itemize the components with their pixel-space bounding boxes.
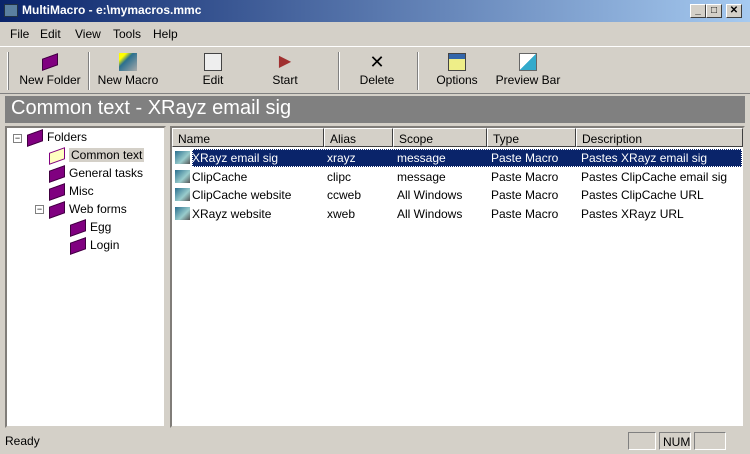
menu-help[interactable]: Help — [153, 27, 178, 41]
cell-scope: All Windows — [397, 188, 463, 202]
cell-type: Paste Macro — [491, 151, 559, 165]
cell-alias: clipc — [327, 169, 352, 184]
delete-icon: ✕ — [369, 52, 385, 72]
folder-icon — [49, 164, 65, 183]
edit-icon — [204, 53, 222, 71]
column-header-scope[interactable]: Scope — [393, 128, 487, 147]
macro-icon — [175, 188, 190, 201]
edit-button[interactable]: Edit — [190, 51, 236, 93]
table-row[interactable]: XRayz email sig xrayz message Paste Macro Pa… — [172, 149, 743, 167]
cell-description: Pastes XRayz email sig — [581, 151, 708, 165]
play-icon: ▶ — [278, 53, 292, 70]
cell-description: Pastes ClipCache email sig — [581, 169, 728, 184]
options-icon — [448, 53, 466, 71]
delete-button[interactable]: ✕ Delete — [352, 51, 402, 93]
cell-alias: xrayz — [327, 151, 356, 165]
toolbar: New Folder New Macro ▼ Edit ▶ Start ▼ ✕ … — [0, 46, 750, 122]
cell-type: Paste Macro — [491, 169, 559, 184]
column-header-alias[interactable]: Alias — [324, 128, 393, 147]
cell-description: Pastes ClipCache URL — [581, 188, 704, 202]
table-row[interactable]: ClipCache website ccweb All Windows Paste M… — [172, 186, 743, 204]
folder-icon — [49, 182, 65, 201]
options-button[interactable]: Options — [430, 51, 484, 93]
folder-icon — [27, 128, 43, 147]
cell-alias: ccweb — [327, 188, 362, 202]
column-header-type[interactable]: Type — [487, 128, 576, 147]
preview-icon — [519, 53, 537, 71]
open-folder-icon — [49, 146, 65, 165]
cell-type: Paste Macro — [491, 206, 559, 221]
title-bar: MultiMacro - e:\mymacros.mmc _ □ ✕ — [0, 0, 750, 22]
menu-bar: File Edit View Tools Help — [0, 24, 750, 44]
status-panel-num: NUM — [659, 432, 691, 450]
menu-edit[interactable]: Edit — [40, 27, 61, 41]
new-macro-button[interactable]: New Macro — [95, 51, 161, 93]
macro-icon — [175, 206, 190, 220]
new-folder-button[interactable]: New Folder — [15, 51, 85, 93]
status-bar: Ready NUM — [0, 430, 750, 454]
column-header-description[interactable]: Description — [576, 128, 743, 147]
new-macro-icon — [119, 53, 137, 71]
tree-item-login[interactable]: Login — [70, 236, 119, 256]
status-panel-scroll — [694, 432, 726, 450]
table-row[interactable]: XRayz website xweb All Windows Paste Macro P… — [172, 205, 743, 223]
close-button[interactable]: ✕ — [726, 4, 742, 18]
folder-icon — [70, 218, 86, 237]
minimize-button[interactable]: _ — [690, 4, 706, 18]
table-row[interactable]: ClipCache clipc message Paste Macro Pastes C… — [172, 168, 743, 186]
folder-icon — [70, 236, 86, 255]
preview-bar-button[interactable]: Preview Bar — [492, 51, 564, 93]
column-header-name[interactable]: Name — [172, 128, 324, 147]
tree-item-web-forms[interactable]: Web forms — [49, 200, 127, 220]
current-selection-banner: Common text - XRayz email sig — [5, 96, 745, 123]
cell-name: ClipCache — [192, 169, 248, 184]
start-button[interactable]: ▶ Start — [262, 51, 308, 93]
cell-description: Pastes XRayz URL — [581, 206, 684, 221]
cell-name: XRayz email sig — [192, 151, 279, 165]
macro-icon — [175, 169, 190, 183]
menu-file[interactable]: File — [10, 27, 29, 41]
maximize-button[interactable]: □ — [706, 4, 722, 18]
tree-item-misc[interactable]: Misc — [49, 182, 94, 202]
menu-view[interactable]: View — [75, 27, 101, 41]
folder-icon — [49, 200, 65, 219]
menu-tools[interactable]: Tools — [113, 27, 141, 41]
tree-root-folders[interactable]: Folders — [27, 128, 87, 148]
macro-list[interactable]: Name Alias Scope Type Description XRayz … — [170, 126, 745, 428]
cell-scope: message — [397, 151, 446, 165]
tree-item-common-text[interactable]: Common text — [49, 146, 145, 166]
status-text: Ready — [5, 434, 40, 448]
window-title: MultiMacro - e:\mymacros.mmc — [22, 3, 202, 17]
cell-name: ClipCache website — [192, 188, 292, 202]
tree-item-general-tasks[interactable]: General tasks — [49, 164, 143, 184]
app-icon — [4, 4, 18, 17]
cell-type: Paste Macro — [491, 188, 559, 202]
cell-scope: message — [397, 169, 446, 184]
folder-tree[interactable]: − Folders Common text General tasks Misc… — [5, 126, 166, 428]
collapse-icon[interactable]: − — [35, 205, 44, 214]
cell-name: XRayz website — [192, 206, 272, 221]
macro-icon — [175, 151, 190, 164]
cell-alias: xweb — [327, 206, 356, 221]
new-folder-icon — [41, 53, 59, 72]
status-panel-caps — [628, 432, 656, 450]
tree-item-egg[interactable]: Egg — [70, 218, 111, 238]
cell-scope: All Windows — [397, 206, 463, 221]
collapse-icon[interactable]: − — [13, 134, 22, 143]
